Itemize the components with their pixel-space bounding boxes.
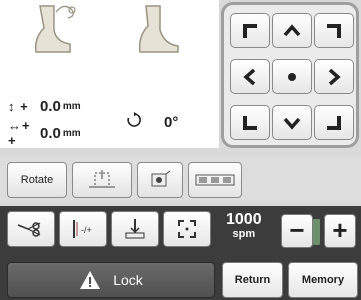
trial-stitch-icon: [151, 170, 171, 187]
thread-cut-button[interactable]: [7, 211, 55, 247]
arrow-down-icon: [283, 117, 301, 130]
scissors-icon: [17, 222, 41, 237]
arrow-up-icon: [283, 23, 301, 36]
move-left-button[interactable]: [230, 59, 270, 94]
arrow-down-left-icon: [243, 115, 257, 130]
svg-text:-/+: -/+: [81, 225, 92, 235]
return-button[interactable]: Return: [222, 262, 283, 298]
layout-button[interactable]: [188, 162, 242, 198]
rotate-button[interactable]: Rotate: [7, 162, 67, 198]
move-up-button[interactable]: [272, 13, 312, 48]
arrow-down-right-icon: [327, 115, 341, 130]
layout-icon: [195, 174, 235, 186]
basting-button[interactable]: [72, 162, 132, 198]
arrow-right-icon: [328, 68, 341, 85]
edit-toolbar: Rotate: [0, 156, 361, 202]
speed-increase-button[interactable]: +: [324, 214, 356, 248]
move-panel: [221, 2, 359, 148]
horizontal-offset: ↔+ + 0.0 mm: [8, 118, 81, 148]
frame-trace-icon: [178, 220, 196, 238]
position-info: ↕ + 0.0 mm ↔+ + 0.0 mm 0°: [0, 90, 219, 148]
frame-button[interactable]: [163, 211, 211, 247]
needle-button[interactable]: [111, 211, 159, 247]
tension-button[interactable]: -/+: [59, 211, 107, 247]
arrow-up-left-icon: [243, 23, 257, 38]
move-up-right-button[interactable]: [314, 13, 354, 48]
move-down-right-button[interactable]: [314, 105, 354, 140]
arrow-left-icon: [243, 68, 256, 85]
basting-icon: [89, 170, 115, 188]
speed-value: 1000: [226, 211, 262, 228]
embroidery-preview: [0, 0, 219, 90]
embroidery-design-icon: [34, 5, 179, 53]
needle-position-icon: [125, 219, 145, 239]
trial-button[interactable]: [137, 162, 183, 198]
vertical-offset-unit: mm: [62, 101, 81, 112]
horizontal-offset-value: 0.0: [40, 124, 61, 142]
speed-level-indicator: [313, 219, 320, 245]
horizontal-move-icon: ↔+ +: [8, 118, 31, 148]
lock-button[interactable]: Lock: [7, 262, 215, 298]
memory-button[interactable]: Memory: [288, 262, 358, 298]
horizontal-offset-unit: mm: [62, 127, 81, 139]
speed-decrease-button[interactable]: −: [281, 214, 313, 248]
arrow-up-right-icon: [327, 23, 341, 38]
vertical-move-icon: ↕ +: [8, 99, 29, 114]
vertical-offset-value: 0.0: [40, 98, 61, 115]
move-up-left-button[interactable]: [230, 13, 270, 48]
speed-display: 1000 spm: [226, 212, 262, 240]
rotation-angle: 0°: [164, 114, 179, 131]
move-down-button[interactable]: [272, 105, 312, 140]
speed-unit: spm: [232, 228, 256, 240]
move-right-button[interactable]: [314, 59, 354, 94]
move-down-left-button[interactable]: [230, 105, 270, 140]
warning-icon: [80, 271, 101, 289]
center-icon: [288, 72, 296, 81]
lock-label: Lock: [113, 272, 143, 288]
thread-tension-icon: -/+: [73, 220, 92, 238]
rotate-icon: [127, 112, 141, 127]
move-center-button[interactable]: [272, 59, 312, 94]
vertical-offset: ↕ + 0.0 mm: [8, 98, 81, 115]
